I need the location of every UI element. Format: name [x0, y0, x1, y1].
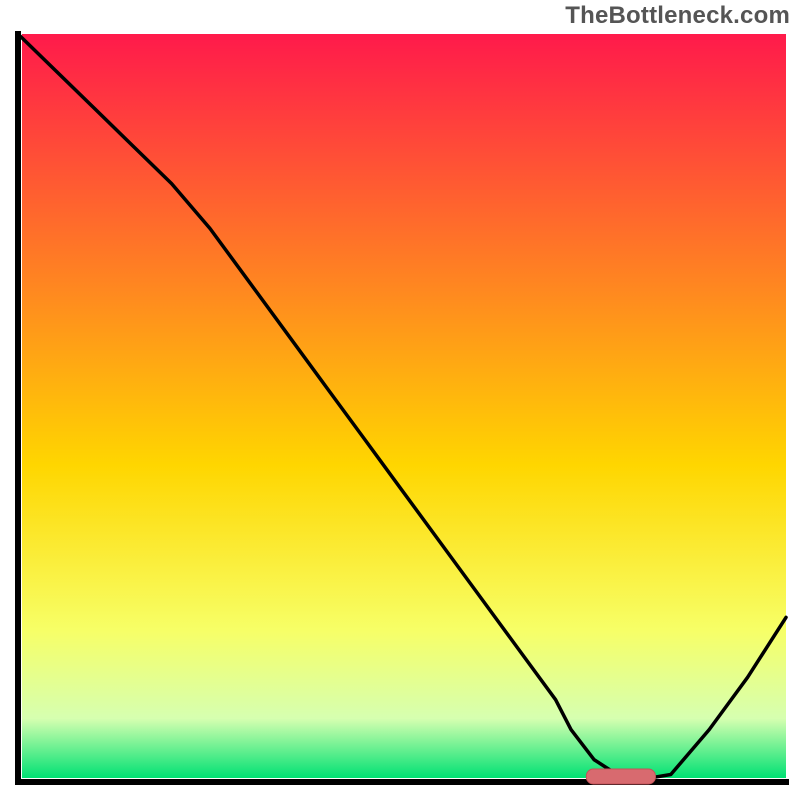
chart-svg	[10, 30, 790, 790]
page-root: TheBottleneck.com	[0, 0, 800, 800]
bottleneck-plot	[10, 30, 790, 790]
optimal-range-marker	[586, 769, 655, 784]
plot-background	[22, 34, 786, 778]
watermark-text: TheBottleneck.com	[565, 2, 790, 30]
